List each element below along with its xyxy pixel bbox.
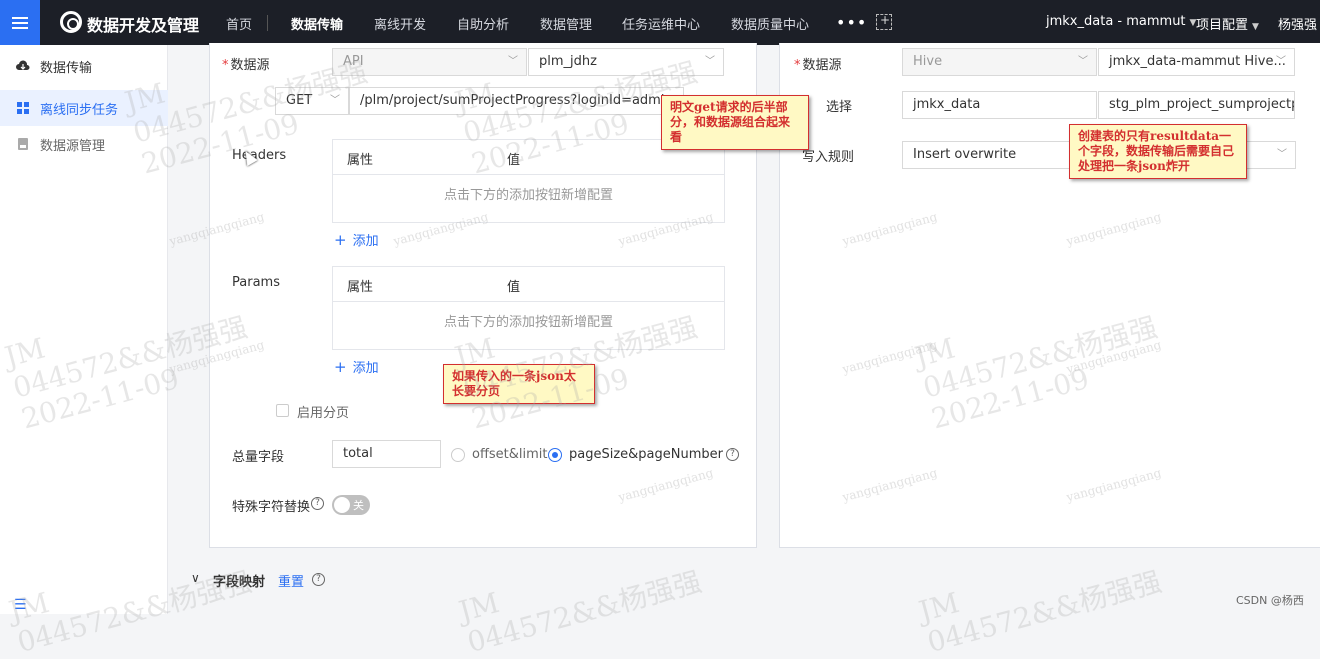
sidebar-item-label: 离线同步任务: [40, 102, 119, 118]
sidebar-header-label: 数据传输: [40, 60, 93, 76]
headers-table: 属性 值 点击下方的添加按钮新增配置: [332, 139, 725, 223]
target-db-input[interactable]: jmkx_data: [902, 91, 1097, 119]
nav-data-transfer[interactable]: 数据传输: [291, 14, 343, 33]
chevron-down-icon: ▼: [1252, 22, 1259, 32]
database-icon: [18, 138, 28, 150]
sidebar: 数据传输 离线同步任务 数据源管理 ☰: [0, 45, 168, 614]
nav-home[interactable]: 首页: [226, 14, 252, 33]
reset-button[interactable]: 重置: [278, 571, 304, 590]
nav-divider: [267, 15, 268, 31]
collapse-chevron-icon[interactable]: ∨: [191, 571, 200, 585]
target-datasource-name-select[interactable]: jmkx_data-mammut Hive... ﹀: [1098, 48, 1295, 76]
col-value: 值: [507, 153, 521, 168]
params-empty-text: 点击下方的添加按钮新增配置: [443, 315, 613, 330]
nav-self-analysis[interactable]: 自助分析: [457, 14, 509, 33]
annotation-note-url: 明文get请求的后半部分，和数据源组合起来看: [661, 95, 809, 150]
add-param-button[interactable]: + 添加: [334, 357, 379, 376]
table-header: 属性 值: [333, 267, 724, 302]
headers-empty-text: 点击下方的添加按钮新增配置: [443, 188, 613, 203]
sidebar-item-label: 数据源管理: [40, 138, 106, 154]
app-logo-icon: [60, 11, 82, 33]
offset-limit-radio[interactable]: [451, 448, 465, 462]
grid-icon: [17, 102, 29, 114]
help-icon[interactable]: ?: [726, 448, 739, 461]
nav-data-management[interactable]: 数据管理: [540, 14, 592, 33]
add-header-button[interactable]: + 添加: [334, 230, 379, 249]
plus-icon: +: [334, 231, 347, 249]
target-table-label: 选择: [826, 100, 853, 115]
total-field-label: 总量字段: [232, 450, 285, 465]
source-datasource-type-select[interactable]: API ﹀: [332, 48, 527, 76]
target-table-input[interactable]: stg_plm_project_sumprojectpro: [1098, 91, 1295, 119]
annotation-note-paging: 如果传入的一条json太长要分页: [443, 364, 595, 404]
chevron-down-icon: ﹀: [330, 95, 340, 106]
target-config-panel: * 数据源 Hive ﹀ jmkx_data-mammut Hive... ﹀ 选择 …: [779, 43, 1320, 548]
params-label: Params: [232, 275, 280, 290]
special-char-label: 特殊字符替换: [232, 500, 311, 515]
offset-limit-label: offset&limit: [472, 447, 548, 462]
plus-icon: +: [334, 358, 347, 376]
col-attr: 属性: [347, 280, 374, 295]
fullscreen-icon[interactable]: [876, 13, 892, 30]
csdn-watermark: CSDN @杨西: [1236, 594, 1304, 607]
top-navigation-bar: 数据开发及管理 首页 数据传输 离线开发 自助分析 数据管理 任务运维中心 数据…: [0, 0, 1320, 45]
help-icon[interactable]: ?: [311, 497, 324, 510]
params-table: 属性 值 点击下方的添加按钮新增配置: [332, 266, 725, 350]
more-icon[interactable]: •••: [836, 13, 867, 32]
source-datasource-label: * 数据源: [222, 58, 270, 73]
pagesize-pagenumber-radio[interactable]: [548, 448, 562, 462]
hamburger-menu-icon[interactable]: [0, 0, 40, 45]
nav-offline-dev[interactable]: 离线开发: [374, 14, 426, 33]
sidebar-header: 数据传输: [0, 48, 168, 84]
nav-data-quality[interactable]: 数据质量中心: [731, 14, 809, 33]
chevron-down-icon: ﹀: [1276, 56, 1286, 67]
chevron-down-icon: ﹀: [705, 56, 715, 67]
annotation-note-table: 创建表的只有resultdata一个字段，数据传输后需要自己处理把一条json炸…: [1069, 124, 1247, 179]
chevron-down-icon: ﹀: [508, 56, 518, 67]
col-value: 值: [507, 280, 521, 295]
app-title: 数据开发及管理: [87, 16, 200, 35]
write-rule-label: 写入规则: [802, 150, 855, 165]
http-method-select[interactable]: GET ﹀: [275, 87, 349, 115]
sidebar-item-datasource[interactable]: 数据源管理: [0, 126, 168, 162]
sidebar-item-offline-sync[interactable]: 离线同步任务: [0, 90, 168, 126]
paging-label: 启用分页: [297, 406, 350, 421]
headers-label: Headers: [232, 148, 287, 163]
project-config-menu[interactable]: 项目配置 ▼: [1196, 14, 1259, 33]
field-mapping-title: 字段映射: [213, 575, 266, 590]
chevron-down-icon: ﹀: [1078, 56, 1088, 67]
special-char-toggle[interactable]: 关: [332, 495, 370, 515]
chevron-down-icon: ﹀: [1277, 149, 1287, 160]
total-field-input[interactable]: total: [332, 440, 441, 468]
target-datasource-label: * 数据源: [794, 58, 842, 73]
paging-checkbox[interactable]: [276, 404, 289, 417]
target-datasource-type-select[interactable]: Hive ﹀: [902, 48, 1097, 76]
col-attr: 属性: [347, 153, 374, 168]
workspace-selector[interactable]: jmkx_data - mammut ▼: [1046, 14, 1196, 29]
help-icon[interactable]: ?: [312, 573, 325, 586]
nav-task-ops[interactable]: 任务运维中心: [622, 14, 700, 33]
request-url-input[interactable]: /plm/project/sumProjectProgress?loginId=…: [349, 87, 684, 115]
pagesize-pagenumber-label: pageSize&pageNumber: [569, 447, 723, 462]
source-datasource-name-select[interactable]: plm_jdhz ﹀: [528, 48, 724, 76]
collapse-sidebar-icon[interactable]: ☰: [14, 597, 27, 613]
cloud-transfer-icon: [16, 60, 30, 70]
user-menu[interactable]: 杨强强: [1278, 14, 1317, 33]
